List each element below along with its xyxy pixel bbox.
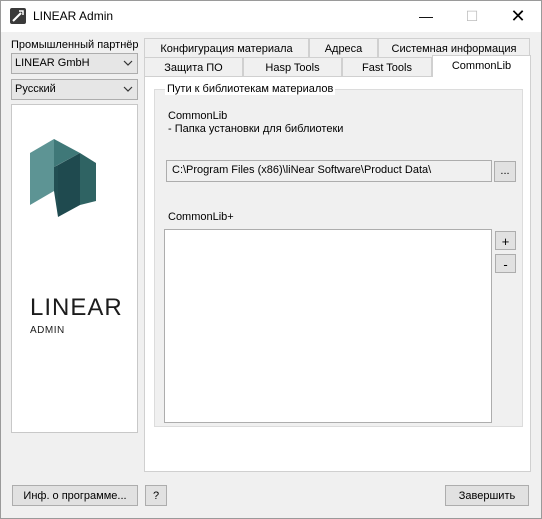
window-title: LINEAR Admin [33, 9, 114, 23]
commonlib-plus-list[interactable] [164, 229, 492, 423]
maximize-icon: ☐ [465, 7, 479, 24]
commonlib-path-field[interactable]: C:\Program Files (x86)\liNear Software\P… [166, 160, 492, 182]
language-select-value: Русский [15, 83, 56, 95]
logo-subtext: ADMIN [30, 325, 65, 336]
maximize-button[interactable]: ☐ [449, 1, 495, 31]
chevron-down-icon [123, 86, 133, 92]
minimize-icon: — [419, 8, 433, 24]
help-button[interactable]: ? [145, 485, 167, 506]
title-bar: LINEAR Admin — ☐ ✕ [1, 1, 541, 32]
chevron-down-icon [123, 60, 133, 66]
partner-select[interactable]: LINEAR GmbH [11, 53, 138, 74]
browse-button[interactable]: ... [494, 161, 516, 182]
partner-select-value: LINEAR GmbH [15, 57, 90, 69]
library-paths-title: Пути к библиотекам материалов [165, 83, 336, 95]
tab-commonlib[interactable]: CommonLib [432, 55, 531, 77]
app-icon [10, 8, 26, 24]
linear-logo-mark [30, 139, 96, 217]
language-select[interactable]: Русский [11, 79, 138, 100]
minimize-button[interactable]: — [403, 1, 449, 31]
tab-fast-tools[interactable]: Fast Tools [342, 57, 432, 77]
remove-path-button[interactable]: - [495, 254, 516, 273]
close-button[interactable]: ✕ [495, 1, 541, 31]
commonlib-plus-title: CommonLib+ [168, 211, 234, 223]
commonlib-section-title: CommonLib [168, 110, 228, 122]
logo-text: LINEAR [30, 294, 123, 321]
tab-software-protection[interactable]: Защита ПО [144, 57, 243, 77]
about-button[interactable]: Инф. о программе... [12, 485, 138, 506]
tab-material-config[interactable]: Конфигурация материала [144, 38, 309, 58]
tab-hasp-tools[interactable]: Hasp Tools [243, 57, 342, 77]
logo-panel: LINEAR ADMIN [11, 104, 138, 433]
add-path-button[interactable]: + [495, 231, 516, 250]
finish-button[interactable]: Завершить [445, 485, 529, 506]
close-icon: ✕ [510, 5, 526, 26]
app-window: LINEAR Admin — ☐ ✕ Промышленный партнёр … [0, 0, 542, 519]
commonlib-section-desc: - Папка установки для библиотеки [168, 123, 344, 135]
tab-addresses[interactable]: Адреса [309, 38, 378, 58]
partner-label: Промышленный партнёр [11, 39, 139, 51]
